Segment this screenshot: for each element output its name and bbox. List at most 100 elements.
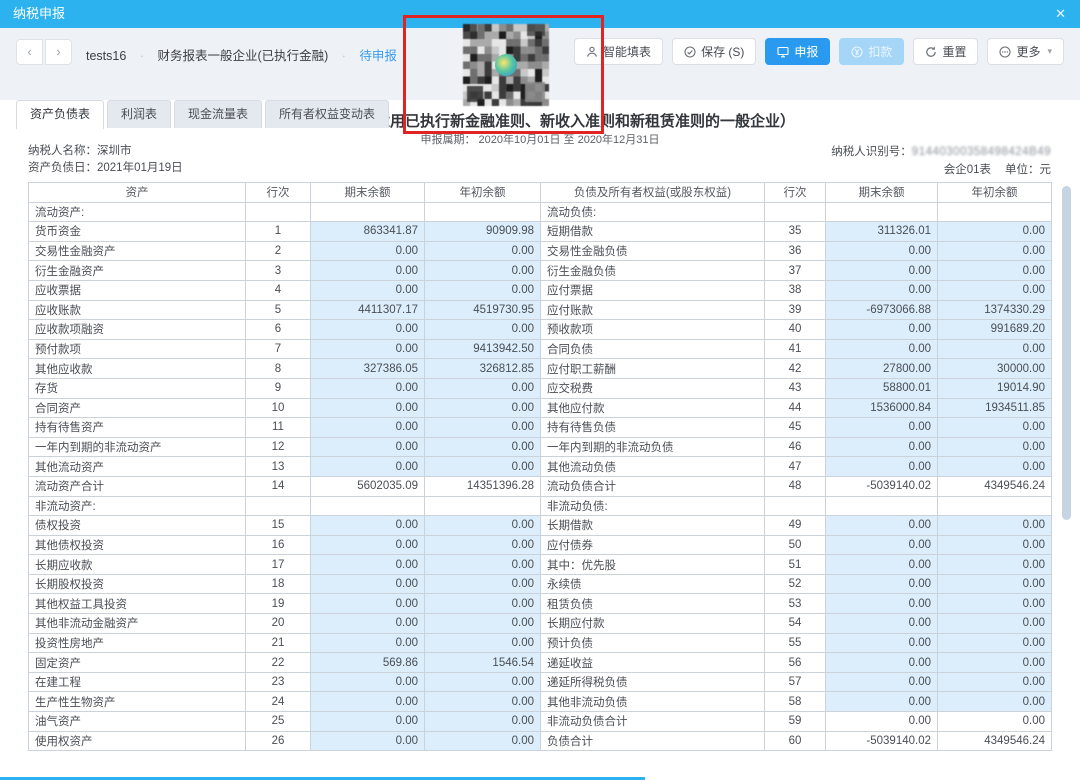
end-balance-cell[interactable]: 0.00 <box>826 672 938 692</box>
end-balance-cell[interactable]: 0.00 <box>311 320 425 340</box>
save-button[interactable]: 保存 (S) <box>672 38 756 65</box>
end-balance-cell[interactable]: 0.00 <box>826 339 938 359</box>
begin-balance-cell[interactable]: 0.00 <box>938 222 1052 242</box>
begin-balance-cell[interactable]: 0.00 <box>425 516 541 536</box>
end-balance-cell[interactable]: 569.86 <box>311 653 425 673</box>
begin-balance-cell[interactable]: 0.00 <box>938 418 1052 438</box>
begin-balance-cell[interactable]: 1934511.85 <box>938 398 1052 418</box>
end-balance-cell[interactable]: 0.00 <box>311 241 425 261</box>
begin-balance-cell[interactable]: 0.00 <box>425 457 541 477</box>
begin-balance-cell[interactable]: 0.00 <box>425 633 541 653</box>
begin-balance-cell[interactable]: 326812.85 <box>425 359 541 379</box>
begin-balance-cell[interactable]: 0.00 <box>425 712 541 732</box>
end-balance-cell[interactable]: 0.00 <box>826 280 938 300</box>
prev-record-button[interactable]: ‹ <box>16 39 43 65</box>
begin-balance-cell[interactable]: 0.00 <box>938 672 1052 692</box>
end-balance-cell[interactable]: 0.00 <box>826 437 938 457</box>
end-balance-cell[interactable]: 0.00 <box>311 633 425 653</box>
end-balance-cell[interactable]: 0.00 <box>826 614 938 634</box>
end-balance-cell[interactable]: 0.00 <box>311 378 425 398</box>
end-balance-cell[interactable]: 0.00 <box>826 457 938 477</box>
begin-balance-cell[interactable]: 0.00 <box>425 378 541 398</box>
end-balance-cell[interactable]: -6973066.88 <box>826 300 938 320</box>
tab-cash-flow[interactable]: 现金流量表 <box>174 100 262 128</box>
end-balance-cell[interactable]: 0.00 <box>826 261 938 281</box>
end-balance-cell[interactable]: 0.00 <box>826 418 938 438</box>
begin-balance-cell[interactable]: 0.00 <box>938 437 1052 457</box>
begin-balance-cell[interactable]: 0.00 <box>425 731 541 751</box>
begin-balance-cell[interactable]: 0.00 <box>425 692 541 712</box>
end-balance-cell[interactable]: 1536000.84 <box>826 398 938 418</box>
end-balance-cell[interactable]: 4411307.17 <box>311 300 425 320</box>
end-balance-cell[interactable]: 58800.01 <box>826 378 938 398</box>
begin-balance-cell[interactable]: 0.00 <box>425 418 541 438</box>
end-balance-cell[interactable]: 863341.87 <box>311 222 425 242</box>
begin-balance-cell[interactable]: 9413942.50 <box>425 339 541 359</box>
end-balance-cell[interactable]: 0.00 <box>826 241 938 261</box>
end-balance-cell[interactable]: 0.00 <box>826 516 938 536</box>
begin-balance-cell[interactable]: 0.00 <box>425 261 541 281</box>
begin-balance-cell[interactable]: 0.00 <box>938 261 1052 281</box>
begin-balance-cell[interactable]: 1374330.29 <box>938 300 1052 320</box>
end-balance-cell[interactable]: 0.00 <box>311 418 425 438</box>
begin-balance-cell[interactable]: 0.00 <box>425 555 541 575</box>
begin-balance-cell[interactable]: 0.00 <box>425 320 541 340</box>
begin-balance-cell[interactable]: 0.00 <box>938 633 1052 653</box>
begin-balance-cell[interactable]: 0.00 <box>425 241 541 261</box>
end-balance-cell[interactable]: 0.00 <box>311 535 425 555</box>
end-balance-cell[interactable]: 0.00 <box>311 280 425 300</box>
end-balance-cell[interactable]: 0.00 <box>311 555 425 575</box>
begin-balance-cell[interactable]: 0.00 <box>938 535 1052 555</box>
end-balance-cell[interactable]: 327386.05 <box>311 359 425 379</box>
begin-balance-cell[interactable]: 0.00 <box>425 437 541 457</box>
begin-balance-cell[interactable]: 19014.90 <box>938 378 1052 398</box>
end-balance-cell[interactable]: 0.00 <box>826 594 938 614</box>
begin-balance-cell[interactable]: 0.00 <box>938 614 1052 634</box>
deduct-button[interactable]: 扣款 <box>839 38 904 65</box>
declare-button[interactable]: 申报 <box>765 38 830 65</box>
begin-balance-cell[interactable]: 30000.00 <box>938 359 1052 379</box>
end-balance-cell[interactable]: 0.00 <box>826 653 938 673</box>
begin-balance-cell[interactable]: 0.00 <box>938 241 1052 261</box>
end-balance-cell[interactable]: 0.00 <box>826 574 938 594</box>
begin-balance-cell[interactable]: 4519730.95 <box>425 300 541 320</box>
vertical-scrollbar-thumb[interactable] <box>1062 186 1071 520</box>
next-record-button[interactable]: › <box>45 39 72 65</box>
begin-balance-cell[interactable]: 0.00 <box>938 457 1052 477</box>
end-balance-cell[interactable]: 0.00 <box>311 712 425 732</box>
begin-balance-cell[interactable]: 0.00 <box>938 280 1052 300</box>
begin-balance-cell[interactable]: 991689.20 <box>938 320 1052 340</box>
end-balance-cell[interactable]: 0.00 <box>311 594 425 614</box>
begin-balance-cell[interactable]: 0.00 <box>425 280 541 300</box>
end-balance-cell[interactable]: 0.00 <box>311 261 425 281</box>
end-balance-cell[interactable]: 0.00 <box>826 633 938 653</box>
end-balance-cell[interactable]: 27800.00 <box>826 359 938 379</box>
tab-balance-sheet[interactable]: 资产负债表 <box>16 100 104 129</box>
end-balance-cell[interactable]: 311326.01 <box>826 222 938 242</box>
begin-balance-cell[interactable]: 0.00 <box>938 516 1052 536</box>
end-balance-cell[interactable]: 0.00 <box>311 672 425 692</box>
reset-button[interactable]: 重置 <box>913 38 978 65</box>
close-icon[interactable]: ✕ <box>1055 0 1066 28</box>
end-balance-cell[interactable]: 0.00 <box>826 555 938 575</box>
begin-balance-cell[interactable]: 0.00 <box>425 574 541 594</box>
end-balance-cell[interactable]: 0.00 <box>311 731 425 751</box>
begin-balance-cell[interactable]: 0.00 <box>938 555 1052 575</box>
end-balance-cell[interactable]: 0.00 <box>311 516 425 536</box>
begin-balance-cell[interactable]: 0.00 <box>938 653 1052 673</box>
end-balance-cell[interactable]: 0.00 <box>311 437 425 457</box>
tab-equity-changes[interactable]: 所有者权益变动表 <box>265 100 389 128</box>
begin-balance-cell[interactable]: 0.00 <box>425 672 541 692</box>
begin-balance-cell[interactable]: 0.00 <box>938 692 1052 712</box>
begin-balance-cell[interactable]: 0.00 <box>938 594 1052 614</box>
end-balance-cell[interactable]: 0.00 <box>311 457 425 477</box>
begin-balance-cell[interactable]: 0.00 <box>425 594 541 614</box>
begin-balance-cell[interactable]: 90909.98 <box>425 222 541 242</box>
end-balance-cell[interactable]: 0.00 <box>311 398 425 418</box>
begin-balance-cell[interactable]: 1546.54 <box>425 653 541 673</box>
begin-balance-cell[interactable]: 0.00 <box>425 535 541 555</box>
begin-balance-cell[interactable]: 0.00 <box>425 398 541 418</box>
end-balance-cell[interactable]: 0.00 <box>311 692 425 712</box>
more-button[interactable]: 更多 ▾ <box>987 38 1064 65</box>
end-balance-cell[interactable]: 0.00 <box>311 574 425 594</box>
